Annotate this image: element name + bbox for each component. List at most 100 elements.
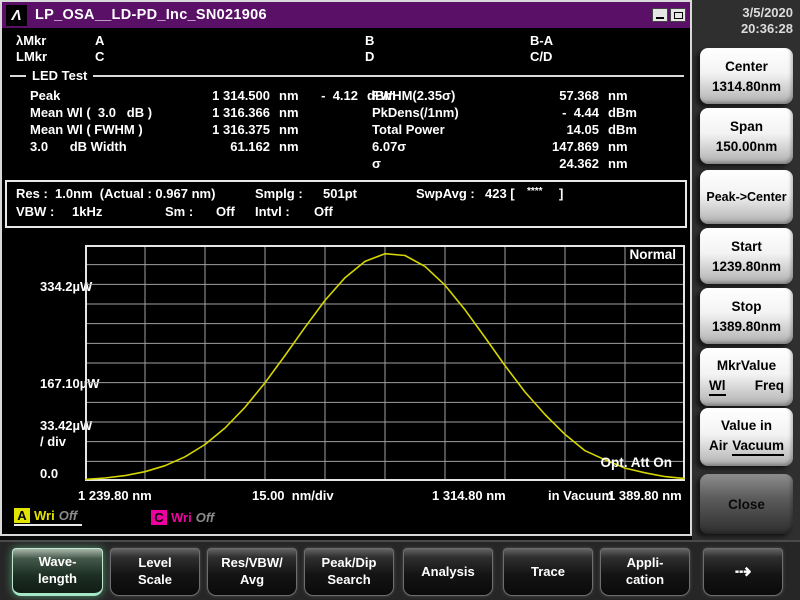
close-button[interactable]: Close — [700, 474, 793, 534]
softkey-label: Stop — [731, 298, 762, 314]
stop-wavelength-button[interactable]: Stop 1389.80nm — [700, 288, 793, 344]
trace-c-mode: Wri — [171, 509, 192, 525]
marker-row-level: LMkr C D C/D — [2, 49, 690, 65]
sweep-average-stars: **** — [527, 186, 543, 197]
vbw-value: 1kHz — [72, 204, 103, 219]
softkey-label: Value in — [720, 418, 773, 433]
led-test-section-divider: LED Test — [10, 68, 684, 83]
option-frequency[interactable]: Freq — [755, 378, 784, 396]
meas-label: Peak — [30, 88, 61, 103]
softkey-value: 1389.80nm — [711, 318, 782, 334]
start-wavelength-button[interactable]: Start 1239.80nm — [700, 228, 793, 284]
marker-value-toggle-button[interactable]: MkrValue Wl Freq — [700, 348, 793, 406]
span-button[interactable]: Span 150.00nm — [700, 108, 793, 164]
meas-unit: dBm — [608, 105, 637, 120]
measurement-table-left: Peak 1 314.500 nm - 4.12 dBm Mean Wl ( 3… — [30, 87, 400, 155]
meas-unit: nm — [279, 105, 299, 120]
meas-label: σ — [372, 156, 381, 171]
y-axis-zero-label: 0.0 — [40, 466, 59, 481]
meas-unit: nm — [279, 139, 299, 154]
x-axis-stop-label: 1 389.80 nm — [608, 488, 682, 503]
window-title: LP_OSA__LD-PD_Inc_SN021906 — [35, 7, 267, 23]
menu-next-page-button[interactable]: ⇢ — [703, 548, 783, 596]
trace-c-status: Off — [195, 509, 215, 525]
meas-value: 147.869 — [552, 139, 599, 154]
center-wavelength-button[interactable]: Center 1314.80nm — [700, 48, 793, 104]
measurement-table-right: FWHM(2.35σ) 57.368 nm PkDens(/1nm) - 4.4… — [372, 87, 644, 172]
time-text: 20:36:28 — [740, 21, 793, 36]
meas-value: 1 316.375 — [212, 122, 270, 137]
tab-peak-dip-search[interactable]: Peak/Dip Search — [304, 548, 394, 596]
softkey-label: MkrValue — [716, 358, 777, 373]
meas-unit: nm — [279, 122, 299, 137]
x-axis-center-label: 1 314.80 nm — [432, 488, 506, 503]
tab-label: cation — [625, 572, 665, 587]
trace-c-indicator[interactable]: C Wri Off — [151, 508, 214, 526]
trace-a-badge: A — [14, 508, 30, 523]
softkey-value: 150.00nm — [715, 138, 778, 154]
tab-analysis[interactable]: Analysis — [403, 548, 493, 596]
tab-label: Trace — [531, 563, 565, 579]
tab-label: Wave- — [38, 554, 77, 570]
y-axis-scale-label: / div — [40, 434, 67, 449]
sampling-label: Smplg : — [255, 186, 303, 201]
minimize-icon — [656, 17, 664, 19]
meas-value: 57.368 — [559, 88, 599, 103]
meas-label: FWHM(2.35σ) — [372, 88, 456, 103]
display-mode-label: Normal — [629, 247, 676, 262]
option-vacuum[interactable]: Vacuum — [732, 438, 784, 456]
meas-unit: nm — [608, 139, 628, 154]
datetime-display: 3/5/2020 20:36:28 — [741, 5, 793, 37]
tab-application[interactable]: Appli- cation — [600, 548, 690, 596]
tab-wavelength[interactable]: Wave- length — [12, 548, 103, 596]
option-wavelength[interactable]: Wl — [709, 378, 726, 396]
sweep-average-bracket: ] — [559, 186, 564, 201]
softkey-label: Span — [729, 118, 763, 134]
level-marker-label: LMkr — [16, 49, 48, 64]
interval-value: Off — [314, 204, 333, 219]
tab-level-scale[interactable]: Level Scale — [110, 548, 200, 596]
spectrum-plot-area: Normal Opt. Att On — [85, 245, 685, 481]
peak-to-center-button[interactable]: Peak->Center — [700, 170, 793, 224]
trace-a-indicator[interactable]: A Wri Off — [14, 508, 82, 526]
tab-label: Res/VBW/ — [221, 555, 283, 571]
tab-trace[interactable]: Trace — [503, 548, 593, 596]
meas-value: 14.05 — [566, 122, 599, 137]
value-in-toggle-button[interactable]: Value in Air Vacuum — [700, 408, 793, 466]
x-axis-scale-label: 15.00 nm/div — [252, 488, 334, 503]
window-titlebar[interactable]: Λ LP_OSA__LD-PD_Inc_SN021906 — [2, 2, 690, 28]
minimize-button[interactable] — [652, 8, 668, 22]
tab-label: Appli- — [626, 555, 664, 571]
marker-a-label: A — [95, 33, 105, 48]
smoothing-label: Sm : — [165, 204, 194, 219]
meas-unit: nm — [608, 88, 628, 103]
marker-c-label: C — [95, 49, 105, 64]
meas-label: PkDens(/1nm) — [372, 105, 459, 120]
trace-a-status: Off — [58, 508, 78, 523]
maximize-icon — [674, 12, 683, 19]
meas-label: Mean Wl ( 3.0 dB ) — [30, 105, 153, 120]
function-menu-bar: Wave- length Level Scale Res/VBW/ Avg Pe… — [0, 540, 800, 600]
marker-b-label: B — [365, 33, 375, 48]
softkey-label: Start — [731, 238, 762, 254]
meas-value: 1 314.500 — [212, 88, 270, 103]
meas-value: 24.362 — [559, 156, 599, 171]
meas-unit: nm — [608, 156, 628, 171]
x-axis-medium-label: in Vacuum — [548, 488, 614, 503]
interval-label: Intvl : — [255, 204, 290, 219]
maximize-button[interactable] — [670, 8, 686, 22]
app-logo-icon: Λ — [6, 4, 27, 26]
marker-b-minus-a-label: B-A — [530, 33, 554, 48]
next-page-arrow-icon: ⇢ — [734, 561, 752, 583]
meas-label: Total Power — [372, 122, 445, 137]
tab-label: Scale — [138, 572, 172, 587]
option-air[interactable]: Air — [709, 438, 728, 456]
tab-label: Analysis — [421, 563, 475, 579]
meas-value: - 4.44 — [562, 105, 599, 120]
tab-res-vbw-avg[interactable]: Res/VBW/ Avg — [207, 548, 297, 596]
marker-row-wavelength: λMkr A B B-A — [2, 33, 690, 49]
sweep-settings-box: Res : 1.0nm (Actual : 0.967 nm) Smplg : … — [5, 180, 687, 228]
vbw-label: VBW : — [16, 204, 55, 219]
marker-d-label: D — [365, 49, 375, 64]
tab-label: Search — [327, 572, 371, 587]
